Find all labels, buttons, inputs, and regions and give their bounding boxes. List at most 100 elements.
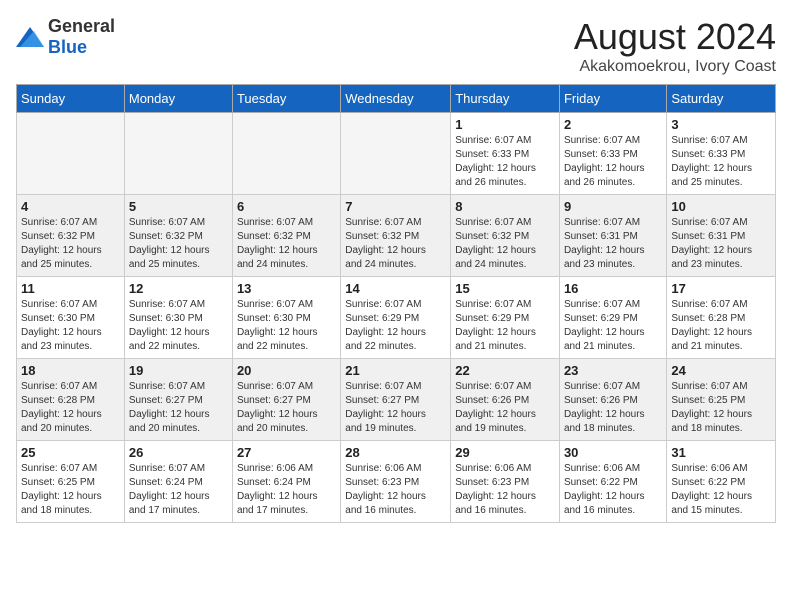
page-header: General Blue August 2024 Akakomoekrou, I… bbox=[16, 16, 776, 76]
calendar-cell: 27Sunrise: 6:06 AM Sunset: 6:24 PM Dayli… bbox=[232, 441, 340, 523]
day-info: Sunrise: 6:07 AM Sunset: 6:33 PM Dayligh… bbox=[671, 134, 771, 190]
calendar-cell: 25 Sunrise: 6:07 AM Sunset: 6:25 PM Dayli… bbox=[17, 441, 125, 523]
day-number: 31 bbox=[671, 445, 771, 460]
calendar-cell: 31 Sunrise: 6:06 AM Sunset: 6:22 PM Dayli… bbox=[667, 441, 776, 523]
day-number: 1 bbox=[455, 117, 555, 132]
calendar-cell: 26 Sunrise: 6:07 AM Sunset: 6:24 PM Dayli… bbox=[124, 441, 232, 523]
day-info: Sunrise: 6:07 AM Sunset: 6:26 PM Dayligh… bbox=[564, 380, 662, 436]
calendar-cell: 22 Sunrise: 6:07 AM Sunset: 6:26 PM Dayli… bbox=[451, 359, 560, 441]
calendar-cell: 3 Sunrise: 6:07 AM Sunset: 6:33 PM Daylig… bbox=[667, 113, 776, 195]
day-number: 13 bbox=[237, 281, 336, 296]
calendar-cell: 13 Sunrise: 6:07 AM Sunset: 6:30 PM Dayli… bbox=[232, 277, 340, 359]
day-info: Sunrise: 6:07 AM Sunset: 6:31 PM Dayligh… bbox=[671, 216, 771, 272]
weekday-header-tuesday: Tuesday bbox=[232, 85, 340, 113]
calendar-cell: 10 Sunrise: 6:07 AM Sunset: 6:31 PM Dayli… bbox=[667, 195, 776, 277]
day-number: 19 bbox=[129, 363, 228, 378]
location: Akakomoekrou, Ivory Coast bbox=[574, 58, 776, 76]
week-row-5: 25 Sunrise: 6:07 AM Sunset: 6:25 PM Dayli… bbox=[17, 441, 776, 523]
day-info: Sunrise: 6:07 AM Sunset: 6:27 PM Dayligh… bbox=[129, 380, 228, 436]
day-number: 9 bbox=[564, 199, 662, 214]
day-info: Sunrise: 6:07 AM Sunset: 6:30 PM Dayligh… bbox=[237, 298, 336, 354]
day-number: 30 bbox=[564, 445, 662, 460]
day-info: Sunrise: 6:07 AM Sunset: 6:27 PM Dayligh… bbox=[345, 380, 446, 436]
week-row-3: 11 Sunrise: 6:07 AM Sunset: 6:30 PM Dayli… bbox=[17, 277, 776, 359]
day-number: 18 bbox=[21, 363, 120, 378]
week-row-2: 4 Sunrise: 6:07 AM Sunset: 6:32 PM Daylig… bbox=[17, 195, 776, 277]
day-info: Sunrise: 6:07 AM Sunset: 6:32 PM Dayligh… bbox=[345, 216, 446, 272]
day-info: Sunrise: 6:07 AM Sunset: 6:29 PM Dayligh… bbox=[345, 298, 446, 354]
day-info: Sunrise: 6:06 AM Sunset: 6:23 PM Dayligh… bbox=[455, 462, 555, 518]
calendar-cell: 6 Sunrise: 6:07 AM Sunset: 6:32 PM Daylig… bbox=[232, 195, 340, 277]
day-info: Sunrise: 6:07 AM Sunset: 6:24 PM Dayligh… bbox=[129, 462, 228, 518]
calendar-cell: 16Sunrise: 6:07 AM Sunset: 6:29 PM Dayli… bbox=[559, 277, 666, 359]
week-row-1: 1 Sunrise: 6:07 AM Sunset: 6:33 PM Daylig… bbox=[17, 113, 776, 195]
day-number: 4 bbox=[21, 199, 120, 214]
weekday-header-monday: Monday bbox=[124, 85, 232, 113]
calendar-cell bbox=[124, 113, 232, 195]
day-number: 25 bbox=[21, 445, 120, 460]
day-info: Sunrise: 6:07 AM Sunset: 6:27 PM Dayligh… bbox=[237, 380, 336, 436]
day-number: 28 bbox=[345, 445, 446, 460]
day-number: 21 bbox=[345, 363, 446, 378]
calendar-cell bbox=[17, 113, 125, 195]
day-number: 3 bbox=[671, 117, 771, 132]
day-info: Sunrise: 6:07 AM Sunset: 6:32 PM Dayligh… bbox=[455, 216, 555, 272]
day-info: Sunrise: 6:07 AM Sunset: 6:28 PM Dayligh… bbox=[671, 298, 771, 354]
calendar-cell: 2Sunrise: 6:07 AM Sunset: 6:33 PM Daylig… bbox=[559, 113, 666, 195]
day-info: Sunrise: 6:07 AM Sunset: 6:30 PM Dayligh… bbox=[129, 298, 228, 354]
logo-icon bbox=[16, 27, 44, 47]
calendar-cell: 8 Sunrise: 6:07 AM Sunset: 6:32 PM Daylig… bbox=[451, 195, 560, 277]
day-info: Sunrise: 6:07 AM Sunset: 6:28 PM Dayligh… bbox=[21, 380, 120, 436]
calendar-cell: 5 Sunrise: 6:07 AM Sunset: 6:32 PM Daylig… bbox=[124, 195, 232, 277]
day-number: 10 bbox=[671, 199, 771, 214]
day-info: Sunrise: 6:07 AM Sunset: 6:26 PM Dayligh… bbox=[455, 380, 555, 436]
calendar-cell: 12 Sunrise: 6:07 AM Sunset: 6:30 PM Dayli… bbox=[124, 277, 232, 359]
day-number: 14 bbox=[345, 281, 446, 296]
calendar-cell: 29Sunrise: 6:06 AM Sunset: 6:23 PM Dayli… bbox=[451, 441, 560, 523]
calendar-cell bbox=[232, 113, 340, 195]
title-area: August 2024 Akakomoekrou, Ivory Coast bbox=[574, 16, 776, 76]
day-number: 26 bbox=[129, 445, 228, 460]
day-info: Sunrise: 6:06 AM Sunset: 6:22 PM Dayligh… bbox=[564, 462, 662, 518]
day-number: 6 bbox=[237, 199, 336, 214]
day-info: Sunrise: 6:07 AM Sunset: 6:33 PM Dayligh… bbox=[564, 134, 662, 190]
calendar-cell: 17 Sunrise: 6:07 AM Sunset: 6:28 PM Dayli… bbox=[667, 277, 776, 359]
day-info: Sunrise: 6:07 AM Sunset: 6:31 PM Dayligh… bbox=[564, 216, 662, 272]
day-number: 11 bbox=[21, 281, 120, 296]
day-info: Sunrise: 6:07 AM Sunset: 6:33 PM Dayligh… bbox=[455, 134, 555, 190]
calendar-cell: 30 Sunrise: 6:06 AM Sunset: 6:22 PM Dayli… bbox=[559, 441, 666, 523]
day-info: Sunrise: 6:07 AM Sunset: 6:29 PM Dayligh… bbox=[455, 298, 555, 354]
weekday-header-row: SundayMondayTuesdayWednesdayThursdayFrid… bbox=[17, 85, 776, 113]
day-number: 22 bbox=[455, 363, 555, 378]
calendar-cell: 1 Sunrise: 6:07 AM Sunset: 6:33 PM Daylig… bbox=[451, 113, 560, 195]
weekday-header-wednesday: Wednesday bbox=[341, 85, 451, 113]
calendar-cell: 11 Sunrise: 6:07 AM Sunset: 6:30 PM Dayli… bbox=[17, 277, 125, 359]
day-info: Sunrise: 6:06 AM Sunset: 6:22 PM Dayligh… bbox=[671, 462, 771, 518]
day-info: Sunrise: 6:07 AM Sunset: 6:30 PM Dayligh… bbox=[21, 298, 120, 354]
calendar-cell: 24 Sunrise: 6:07 AM Sunset: 6:25 PM Dayli… bbox=[667, 359, 776, 441]
day-number: 20 bbox=[237, 363, 336, 378]
day-number: 5 bbox=[129, 199, 228, 214]
calendar-cell: 4Sunrise: 6:07 AM Sunset: 6:32 PM Daylig… bbox=[17, 195, 125, 277]
calendar-cell: 15 Sunrise: 6:07 AM Sunset: 6:29 PM Dayli… bbox=[451, 277, 560, 359]
day-info: Sunrise: 6:07 AM Sunset: 6:25 PM Dayligh… bbox=[671, 380, 771, 436]
calendar-cell: 21 Sunrise: 6:07 AM Sunset: 6:27 PM Dayli… bbox=[341, 359, 451, 441]
day-info: Sunrise: 6:07 AM Sunset: 6:32 PM Dayligh… bbox=[129, 216, 228, 272]
day-number: 16 bbox=[564, 281, 662, 296]
day-info: Sunrise: 6:06 AM Sunset: 6:24 PM Dayligh… bbox=[237, 462, 336, 518]
weekday-header-sunday: Sunday bbox=[17, 85, 125, 113]
day-info: Sunrise: 6:07 AM Sunset: 6:25 PM Dayligh… bbox=[21, 462, 120, 518]
calendar-cell bbox=[341, 113, 451, 195]
day-number: 24 bbox=[671, 363, 771, 378]
weekday-header-thursday: Thursday bbox=[451, 85, 560, 113]
calendar-cell: 23Sunrise: 6:07 AM Sunset: 6:26 PM Dayli… bbox=[559, 359, 666, 441]
day-number: 15 bbox=[455, 281, 555, 296]
day-number: 17 bbox=[671, 281, 771, 296]
day-info: Sunrise: 6:07 AM Sunset: 6:32 PM Dayligh… bbox=[237, 216, 336, 272]
weekday-header-friday: Friday bbox=[559, 85, 666, 113]
day-info: Sunrise: 6:06 AM Sunset: 6:23 PM Dayligh… bbox=[345, 462, 446, 518]
logo: General Blue bbox=[16, 16, 115, 58]
day-number: 12 bbox=[129, 281, 228, 296]
day-number: 8 bbox=[455, 199, 555, 214]
calendar-cell: 28 Sunrise: 6:06 AM Sunset: 6:23 PM Dayli… bbox=[341, 441, 451, 523]
